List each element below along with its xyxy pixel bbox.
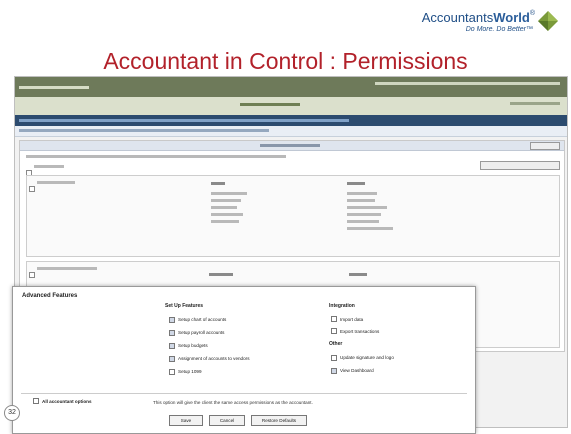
email-login-button[interactable] <box>480 161 560 170</box>
checkbox[interactable] <box>169 316 175 323</box>
client-access-label-placeholder <box>34 165 64 168</box>
checkbox[interactable] <box>169 342 175 349</box>
accounts-section-checkbox[interactable] <box>29 272 35 278</box>
accounts-section-checkbox-row[interactable] <box>29 265 97 283</box>
panel-header-button[interactable] <box>530 142 560 150</box>
integration-header: Integration <box>329 303 355 309</box>
restore-defaults-button[interactable]: Restore Defaults <box>251 415 307 426</box>
checkbox[interactable] <box>331 367 337 374</box>
app-account-placeholder <box>240 103 300 106</box>
setup-option-budgets[interactable]: Setup budgets <box>169 339 250 352</box>
app-nav-items-placeholder <box>19 119 349 122</box>
all-accountant-options-checkbox[interactable] <box>33 398 39 404</box>
checkbox[interactable] <box>169 329 175 336</box>
panel-header <box>20 141 564 151</box>
setup-option-1099[interactable]: Setup 1099 <box>169 365 250 378</box>
all-accountant-options-row[interactable]: All accountant options <box>33 398 92 404</box>
app-nav-bar <box>15 115 567 126</box>
all-accountant-options-description: This option will give the client the sam… <box>153 400 313 405</box>
app-top-bar <box>15 77 567 97</box>
setup-col2-list <box>347 188 417 250</box>
app-brand-bar <box>15 97 567 115</box>
logo-wordmark: AccountantsWorld® <box>421 10 535 25</box>
setup-option-chart-of-accounts[interactable]: Setup chart of accounts <box>169 313 250 326</box>
slide-page-number: 32 <box>4 405 20 421</box>
app-brand-placeholder <box>19 86 89 89</box>
checkbox[interactable] <box>331 328 337 334</box>
other-options-list: Update signature and logo View Dashboard <box>331 351 394 377</box>
cancel-button[interactable]: Cancel <box>209 415 245 426</box>
panel-title-placeholder <box>260 144 320 147</box>
setup-features-header: Set Up Features <box>165 303 204 309</box>
integration-option-export[interactable]: Export transactions <box>331 325 379 337</box>
advanced-features-dialog: Advanced Features Set Up Features Setup … <box>12 286 476 434</box>
advanced-features-title: Advanced Features <box>22 293 78 299</box>
logo-diamond-icon <box>538 11 558 31</box>
accounts-section-label-placeholder <box>37 267 97 270</box>
slide-title: Accountant in Control : Permissions <box>103 48 468 74</box>
setup-option-payroll-accounts[interactable]: Setup payroll accounts <box>169 326 250 339</box>
other-option-view-dashboard[interactable]: View Dashboard <box>331 364 394 377</box>
app-user-placeholder <box>510 102 560 105</box>
integration-options-list: Import data Export transactions <box>331 313 379 337</box>
setup-col2-header-placeholder <box>347 182 365 185</box>
setup-col1-list <box>211 188 271 250</box>
accounts-col1-header-placeholder <box>209 273 233 276</box>
app-top-links-placeholder <box>375 82 560 85</box>
checkbox[interactable] <box>331 354 337 361</box>
integration-option-import[interactable]: Import data <box>331 313 379 325</box>
setup-section-label-placeholder <box>37 181 75 184</box>
logo-tagline: Do More. Do Better™ <box>465 26 533 33</box>
setup-col1-header-placeholder <box>211 182 225 185</box>
setup-section-checkbox[interactable] <box>29 186 35 192</box>
app-breadcrumb <box>15 126 567 137</box>
checkbox[interactable] <box>169 355 175 362</box>
checkbox[interactable] <box>331 316 337 322</box>
save-button[interactable]: Save <box>169 415 203 426</box>
setup-options-list: Setup chart of accounts Setup payroll ac… <box>169 313 250 378</box>
app-breadcrumb-placeholder <box>19 129 269 132</box>
other-option-signature-logo[interactable]: Update signature and logo <box>331 351 394 364</box>
panel-intro-placeholder <box>26 155 286 158</box>
accounts-col2-header-placeholder <box>349 273 367 276</box>
dialog-divider <box>21 393 467 394</box>
setup-option-assign-vendors[interactable]: Assignment of accounts to vendors <box>169 352 250 365</box>
checkbox[interactable] <box>169 368 175 375</box>
setup-section <box>26 175 560 257</box>
setup-section-checkbox-row[interactable] <box>29 179 75 197</box>
other-header: Other <box>329 341 343 347</box>
accountantsworld-logo: AccountantsWorld® Do More. Do Better™ <box>383 6 563 44</box>
